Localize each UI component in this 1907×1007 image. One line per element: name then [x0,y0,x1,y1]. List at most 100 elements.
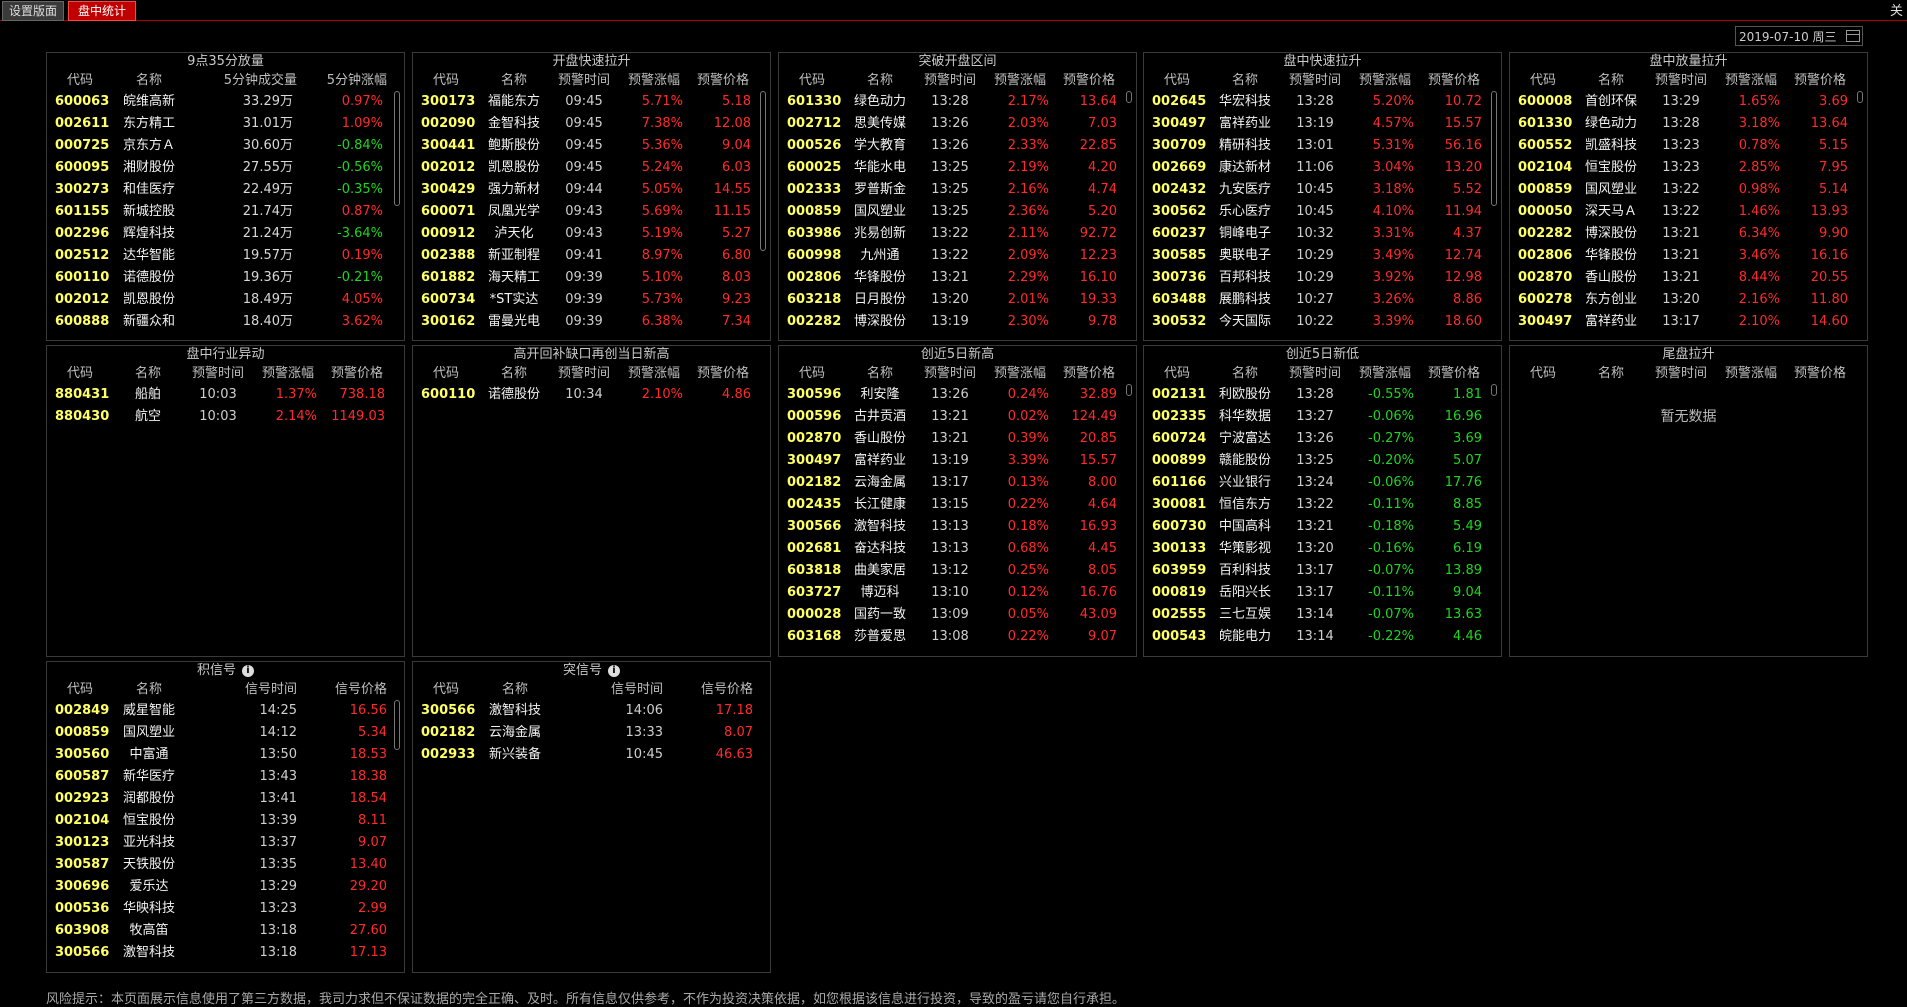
table-row[interactable]: 300173 福能东方 09:45 5.71% 5.18 [413,91,770,113]
panel-title[interactable]: 盘中快速拉升 [1144,53,1501,71]
table-row[interactable]: 601330 绿色动力 13:28 3.18% 13.64 [1510,113,1867,135]
table-row[interactable]: 600734 *ST实达 09:39 5.73% 9.23 [413,289,770,311]
table-row[interactable]: 002712 思美传媒 13:26 2.03% 7.03 [779,113,1136,135]
column-header[interactable]: 5分钟成交量 [185,71,303,91]
column-header[interactable]: 代码 [779,364,845,384]
scrollbar[interactable] [394,700,400,750]
table-row[interactable]: 600071 凤凰光学 09:43 5.69% 11.15 [413,201,770,223]
table-row[interactable]: 002923 润都股份 13:41 18.54 [47,788,404,810]
column-header[interactable]: 预警时间 [1280,71,1350,91]
table-row[interactable]: 002806 华锋股份 13:21 2.29% 16.10 [779,267,1136,289]
scrollbar[interactable] [1491,91,1497,206]
table-row[interactable]: 603168 莎普爱思 13:08 0.22% 9.07 [779,626,1136,648]
column-header[interactable]: 代码 [413,71,479,91]
table-row[interactable]: 601882 海天精工 09:39 5.10% 8.03 [413,267,770,289]
table-row[interactable]: 600025 华能水电 13:25 2.19% 4.20 [779,157,1136,179]
table-row[interactable]: 000899 赣能股份 13:25 -0.20% 5.07 [1144,450,1501,472]
table-row[interactable]: 601166 兴业银行 13:24 -0.06% 17.76 [1144,472,1501,494]
column-header[interactable]: 代码 [1144,364,1210,384]
column-header[interactable]: 信号价格 [303,680,393,700]
column-header[interactable]: 名称 [1210,364,1280,384]
column-header[interactable]: 信号价格 [669,680,759,700]
column-header[interactable]: 预警涨幅 [1716,364,1786,384]
table-row[interactable]: 002104 恒宝股份 13:39 8.11 [47,810,404,832]
panel-title[interactable]: 开盘快速拉升 [413,53,770,71]
info-icon[interactable]: i [242,664,254,677]
table-row[interactable]: 603908 牧高笛 13:18 27.60 [47,920,404,942]
column-header[interactable]: 预警涨幅 [1350,364,1420,384]
info-icon[interactable]: i [608,664,620,677]
table-row[interactable]: 002645 华宏科技 13:28 5.20% 10.72 [1144,91,1501,113]
table-row[interactable]: 300587 天铁股份 13:35 13.40 [47,854,404,876]
table-row[interactable]: 603959 百利科技 13:17 -0.07% 13.89 [1144,560,1501,582]
table-row[interactable]: 300562 乐心医疗 10:45 4.10% 11.94 [1144,201,1501,223]
table-row[interactable]: 603218 日月股份 13:20 2.01% 19.33 [779,289,1136,311]
column-header[interactable]: 代码 [413,680,479,700]
table-row[interactable]: 002933 新兴装备 10:45 46.63 [413,744,770,766]
column-header[interactable]: 预警涨幅 [985,71,1055,91]
table-row[interactable]: 300133 华策影视 13:20 -0.16% 6.19 [1144,538,1501,560]
column-header[interactable]: 名称 [1210,71,1280,91]
table-row[interactable]: 000912 泸天化 09:43 5.19% 5.27 [413,223,770,245]
column-header[interactable]: 预警价格 [1420,364,1488,384]
panel-title[interactable]: 尾盘拉升 [1510,346,1867,364]
table-row[interactable]: 600063 皖维高新 33.29万 0.97% [47,91,404,113]
column-header[interactable]: 预警时间 [1646,71,1716,91]
panel-title[interactable]: 创近5日新高 [779,346,1136,364]
table-row[interactable]: 603488 展鹏科技 10:27 3.26% 8.86 [1144,289,1501,311]
column-header[interactable]: 名称 [479,680,551,700]
table-row[interactable]: 000543 皖能电力 13:14 -0.22% 4.46 [1144,626,1501,648]
table-row[interactable]: 600724 宁波富达 13:26 -0.27% 3.69 [1144,428,1501,450]
scrollbar[interactable] [760,91,766,251]
table-row[interactable]: 000028 国药一致 13:09 0.05% 43.09 [779,604,1136,626]
table-row[interactable]: 300081 恒信东方 13:22 -0.11% 8.85 [1144,494,1501,516]
table-row[interactable]: 002012 凯恩股份 18.49万 4.05% [47,289,404,311]
table-row[interactable]: 603986 兆易创新 13:22 2.11% 92.72 [779,223,1136,245]
table-row[interactable]: 300497 富祥药业 13:19 4.57% 15.57 [1144,113,1501,135]
table-row[interactable]: 880430 航空 10:03 2.14% 1149.03 [47,406,404,428]
column-header[interactable]: 名称 [113,71,185,91]
table-row[interactable]: 002681 奋达科技 13:13 0.68% 4.45 [779,538,1136,560]
table-row[interactable]: 000859 国风塑业 13:22 0.98% 5.14 [1510,179,1867,201]
table-row[interactable]: 880431 船舶 10:03 1.37% 738.18 [47,384,404,406]
column-header[interactable]: 5分钟涨幅 [303,71,393,91]
table-row[interactable]: 601155 新城控股 21.74万 0.87% [47,201,404,223]
panel-title[interactable]: 突信号 i [413,662,770,680]
table-row[interactable]: 300441 鲍斯股份 09:45 5.36% 9.04 [413,135,770,157]
column-header[interactable]: 预警价格 [689,364,757,384]
table-row[interactable]: 002282 博深股份 13:19 2.30% 9.78 [779,311,1136,333]
table-row[interactable]: 603727 博迈科 13:10 0.12% 16.76 [779,582,1136,604]
table-row[interactable]: 002432 九安医疗 10:45 3.18% 5.52 [1144,179,1501,201]
column-header[interactable]: 代码 [47,680,113,700]
column-header[interactable]: 预警时间 [915,364,985,384]
table-row[interactable]: 300696 爱乐达 13:29 29.20 [47,876,404,898]
table-row[interactable]: 300162 雷曼光电 09:39 6.38% 7.34 [413,311,770,333]
column-header[interactable]: 预警时间 [549,71,619,91]
table-row[interactable]: 600008 首创环保 13:29 1.65% 3.69 [1510,91,1867,113]
table-row[interactable]: 603818 曲美家居 13:12 0.25% 8.05 [779,560,1136,582]
table-row[interactable]: 600237 铜峰电子 10:32 3.31% 4.37 [1144,223,1501,245]
scrollbar[interactable] [394,91,400,206]
column-header[interactable]: 代码 [1144,71,1210,91]
table-row[interactable]: 300532 今天国际 10:22 3.39% 18.60 [1144,311,1501,333]
table-row[interactable]: 600095 湘财股份 27.55万 -0.56% [47,157,404,179]
column-header[interactable]: 预警涨幅 [619,364,689,384]
column-header[interactable]: 名称 [1576,71,1646,91]
table-row[interactable]: 600278 东方创业 13:20 2.16% 11.80 [1510,289,1867,311]
table-row[interactable]: 000050 深天马Ａ 13:22 1.46% 13.93 [1510,201,1867,223]
column-header[interactable]: 预警涨幅 [253,364,323,384]
panel-title[interactable]: 积信号 i [47,662,404,680]
table-row[interactable]: 002611 东方精工 31.01万 1.09% [47,113,404,135]
column-header[interactable]: 预警价格 [1420,71,1488,91]
table-row[interactable]: 002555 三七互娱 13:14 -0.07% 13.63 [1144,604,1501,626]
table-row[interactable]: 000526 学大教育 13:26 2.33% 22.85 [779,135,1136,157]
column-header[interactable]: 名称 [1576,364,1646,384]
column-header[interactable]: 预警价格 [1786,364,1854,384]
table-row[interactable]: 300596 利安隆 13:26 0.24% 32.89 [779,384,1136,406]
table-row[interactable]: 600552 凯盛科技 13:23 0.78% 5.15 [1510,135,1867,157]
tab-settings-layout[interactable]: 设置版面 [2,1,64,21]
column-header[interactable]: 代码 [47,71,113,91]
table-row[interactable]: 600587 新华医疗 13:43 18.38 [47,766,404,788]
column-header[interactable]: 代码 [47,364,113,384]
panel-title[interactable]: 盘中放量拉升 [1510,53,1867,71]
